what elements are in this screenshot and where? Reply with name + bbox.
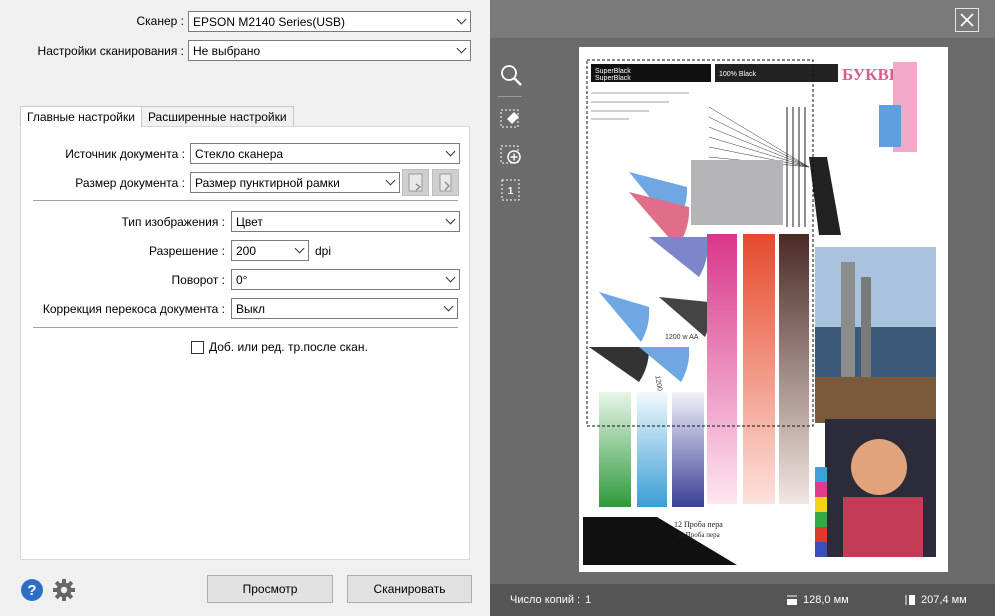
width-status: 128,0 мм [786, 594, 849, 606]
chevron-down-icon [442, 212, 459, 231]
add-edit-pages-label: Доб. или ред. тр.после скан. [209, 340, 368, 354]
rotation-value: 0° [236, 272, 248, 287]
chevron-down-icon [453, 12, 470, 31]
svg-text:?: ? [27, 582, 36, 599]
image-type-select[interactable]: Цвет [231, 211, 460, 232]
add-page-icon[interactable] [498, 143, 524, 169]
copies-value: 1 [585, 594, 592, 606]
preview-button[interactable]: Просмотр [207, 575, 333, 603]
resolution-unit: dpi [315, 243, 332, 258]
scanner-value: EPSON M2140 Series(USB) [193, 14, 346, 29]
page-count-icon[interactable]: 1 [498, 177, 524, 203]
scanner-label-row: Сканер : [0, 10, 185, 31]
tab-advanced-settings[interactable]: Расширенные настройки [140, 106, 294, 127]
scanner-select[interactable]: EPSON M2140 Series(USB) [188, 11, 471, 32]
settings-tabs: Главные настройки Расширенные настройки [20, 106, 294, 128]
portrait-icon [408, 173, 423, 192]
image-type-value: Цвет [236, 214, 263, 229]
landscape-orientation-button[interactable] [432, 169, 459, 196]
gear-icon[interactable] [52, 578, 76, 602]
resolution-unit-row: dpi [315, 240, 331, 261]
svg-text:SuperBlack: SuperBlack [595, 68, 631, 75]
document-size-label: Размер документа : [75, 175, 185, 190]
checkbox-box[interactable] [191, 340, 204, 354]
document-source-label: Источник документа : [65, 146, 185, 161]
width-value: 128,0 мм [803, 594, 849, 606]
document-size-value: Размер пунктирной рамки [195, 175, 340, 190]
skew-correction-label-row: Коррекция перекоса документа : [21, 298, 225, 319]
scan-preview-image[interactable]: SuperBlack SuperBlack 100% Black БУКВЫ 1… [579, 47, 948, 572]
chevron-down-icon [440, 299, 457, 318]
svg-text:SuperBlack: SuperBlack [595, 75, 631, 82]
height-value: 207,4 мм [921, 594, 967, 606]
resolution-value: 200 [236, 243, 257, 258]
tab-main-settings[interactable]: Главные настройки [20, 106, 142, 128]
landscape-icon [439, 173, 452, 192]
portrait-orientation-button[interactable] [402, 169, 429, 196]
skew-correction-value: Выкл [236, 301, 266, 316]
document-source-label-row: Источник документа : [21, 143, 185, 164]
svg-text:12 Проба пера: 12 Проба пера [674, 520, 723, 529]
document-source-select[interactable]: Стекло сканера [190, 143, 460, 164]
divider [33, 200, 458, 201]
preview-header [490, 0, 995, 38]
height-icon [905, 595, 915, 605]
scan-settings-label-row: Настройки сканирования : [0, 40, 184, 61]
close-icon [960, 13, 974, 27]
test-chart-image: SuperBlack SuperBlack 100% Black БУКВЫ 1… [579, 47, 948, 572]
chevron-down-icon [442, 270, 459, 289]
scan-button[interactable]: Сканировать [347, 575, 472, 603]
eraser-icon[interactable] [498, 105, 524, 131]
zoom-icon[interactable] [498, 62, 524, 88]
divider [33, 327, 458, 328]
image-type-label: Тип изображения : [121, 214, 226, 229]
main-settings-panel: Источник документа : Стекло сканера Разм… [20, 126, 470, 560]
close-button[interactable] [955, 8, 979, 32]
rotation-select[interactable]: 0° [231, 269, 460, 290]
chevron-down-icon [382, 173, 399, 192]
svg-text:10 Проба пера: 10 Проба пера [677, 531, 721, 539]
settings-panel: Сканер : EPSON M2140 Series(USB) Настрой… [0, 0, 490, 616]
skew-correction-select[interactable]: Выкл [231, 298, 458, 319]
preview-panel: 1 SuperBlack SuperBlack 100% Black БУКВЫ [490, 0, 995, 616]
skew-correction-label: Коррекция перекоса документа : [42, 301, 225, 316]
svg-text:100% Black: 100% Black [719, 71, 756, 78]
resolution-label-row: Разрешение : [21, 240, 225, 261]
document-size-label-row: Размер документа : [21, 172, 185, 193]
chevron-down-icon [442, 144, 459, 163]
scan-settings-value: Не выбрано [193, 43, 261, 58]
image-type-label-row: Тип изображения : [21, 211, 226, 232]
resolution-select[interactable]: 200 [231, 240, 309, 261]
add-edit-pages-checkbox[interactable]: Доб. или ред. тр.после скан. [191, 340, 368, 354]
width-icon [787, 595, 797, 605]
scan-settings-select[interactable]: Не выбрано [188, 40, 471, 61]
svg-text:1200 w AA: 1200 w AA [665, 334, 699, 341]
copies-label: Число копий : [510, 594, 581, 606]
svg-text:1: 1 [508, 186, 514, 197]
document-source-value: Стекло сканера [195, 146, 284, 161]
rotation-label: Поворот : [171, 272, 225, 287]
scanner-label: Сканер : [136, 13, 185, 28]
rotation-label-row: Поворот : [21, 269, 225, 290]
copies-status: Число копий : 1 [510, 594, 591, 606]
height-status: 207,4 мм [904, 594, 967, 606]
help-icon[interactable]: ? [20, 578, 44, 602]
resolution-label: Разрешение : [149, 243, 225, 258]
document-size-select[interactable]: Размер пунктирной рамки [190, 172, 400, 193]
status-bar: Число копий : 1 128,0 мм 207,4 мм [490, 584, 995, 616]
scan-settings-label: Настройки сканирования : [37, 43, 184, 58]
chevron-down-icon [291, 241, 308, 260]
divider [498, 96, 522, 97]
chevron-down-icon [453, 41, 470, 60]
